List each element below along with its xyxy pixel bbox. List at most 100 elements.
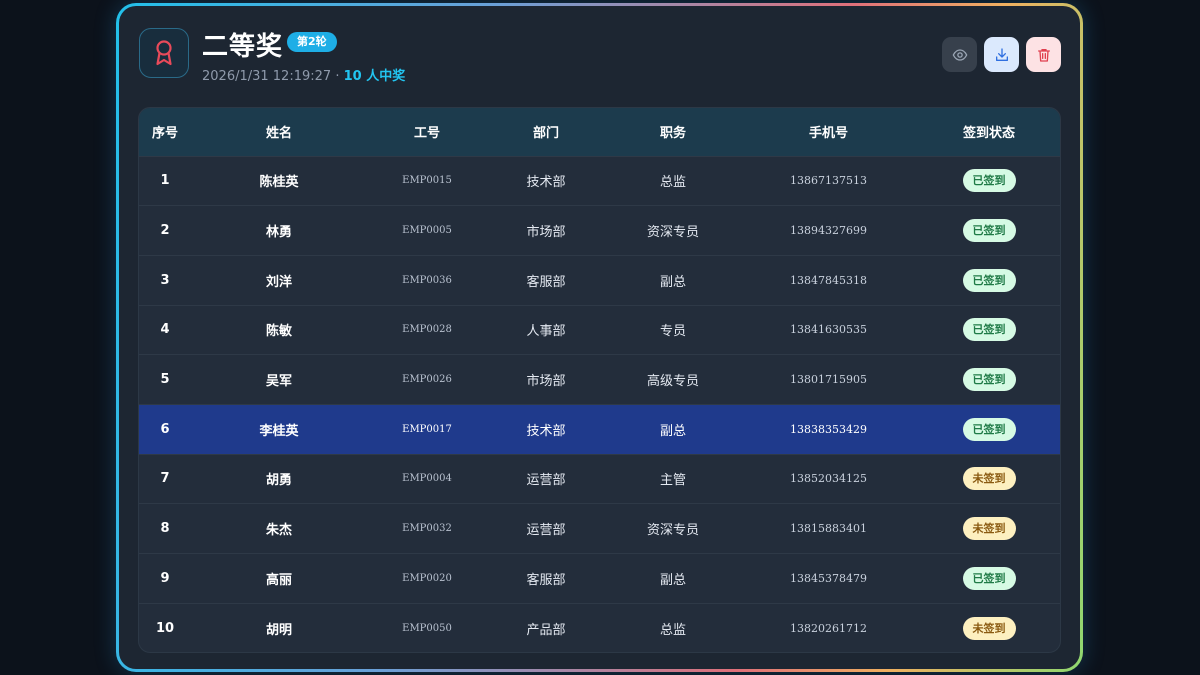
row-employee-id: EMP0050 (402, 622, 452, 634)
prize-card: 二等奖 第2轮 2026/1/31 12:19:27 · 10 人中奖 序号 姓… (119, 6, 1080, 669)
table-row[interactable]: 5 吴军 EMP0026 市场部 高级专员 13801715905 已签到 (139, 354, 1060, 405)
row-employee-id: EMP0015 (402, 175, 452, 187)
row-position: 高级专员 (646, 374, 699, 390)
row-phone: 13838353429 (790, 422, 867, 436)
winner-count: 10 人中奖 (343, 69, 406, 84)
row-department: 运营部 (526, 473, 566, 489)
row-name: 林勇 (265, 225, 292, 241)
row-name: 朱杰 (265, 523, 292, 539)
view-button[interactable] (942, 37, 977, 72)
row-name: 胡勇 (265, 473, 292, 489)
round-badge: 第2轮 (287, 32, 337, 52)
row-department: 技术部 (526, 423, 566, 439)
row-phone: 13847845318 (790, 273, 867, 287)
draw-timestamp: 2026/1/31 12:19:27 (202, 69, 332, 84)
table-row[interactable]: 9 高丽 EMP0020 客服部 副总 13845378479 已签到 (139, 553, 1060, 604)
row-phone: 13815883401 (790, 522, 867, 536)
meta-separator: · (331, 69, 344, 84)
row-index: 2 (160, 223, 170, 239)
column-header-name: 姓名 (265, 126, 292, 142)
row-name: 高丽 (265, 572, 292, 588)
row-department: 技术部 (526, 175, 566, 191)
row-status-cell: 已签到 (916, 305, 1060, 355)
table-row[interactable]: 8 朱杰 EMP0032 运营部 资深专员 13815883401 未签到 (139, 503, 1060, 554)
row-name: 陈桂英 (259, 175, 299, 191)
table-header-row: 序号 姓名 工号 部门 职务 手机号 签到状态 (139, 108, 1060, 156)
row-status-cell: 未签到 (916, 454, 1060, 504)
winners-table: 序号 姓名 工号 部门 职务 手机号 签到状态 1 陈桂英 EMP0015 技术 (138, 107, 1061, 653)
table-row[interactable]: 3 刘洋 EMP0036 客服部 副总 13847845318 已签到 (139, 255, 1060, 305)
row-status-cell: 已签到 (916, 554, 1060, 604)
row-employee-id: EMP0026 (402, 374, 452, 386)
action-toolbar (942, 37, 1061, 72)
prize-card-frame: 二等奖 第2轮 2026/1/31 12:19:27 · 10 人中奖 序号 姓… (116, 3, 1083, 672)
row-employee-id: EMP0004 (402, 473, 452, 485)
table-row[interactable]: 1 陈桂英 EMP0015 技术部 总监 13867137513 已签到 (139, 156, 1060, 206)
table-row[interactable]: 10 胡明 EMP0050 产品部 总监 13820261712 未签到 (139, 603, 1060, 652)
row-department: 产品部 (526, 622, 566, 638)
row-position: 资深专员 (646, 225, 699, 241)
row-index: 3 (160, 272, 170, 288)
row-index: 8 (160, 521, 170, 537)
row-employee-id: EMP0005 (402, 225, 452, 237)
status-badge: 未签到 (962, 467, 1016, 491)
table-row[interactable]: 7 胡勇 EMP0004 运营部 主管 13852034125 未签到 (139, 454, 1060, 504)
eye-icon (952, 48, 967, 61)
row-employee-id: EMP0032 (402, 523, 452, 535)
status-badge: 已签到 (962, 318, 1016, 342)
row-department: 市场部 (526, 225, 566, 241)
status-badge: 已签到 (962, 169, 1016, 193)
row-name: 胡明 (265, 622, 292, 638)
row-employee-id: EMP0036 (402, 274, 452, 286)
row-index: 10 (155, 620, 175, 636)
award-ribbon-icon (139, 28, 189, 78)
row-employee-id: EMP0020 (402, 572, 452, 584)
row-department: 运营部 (526, 523, 566, 539)
row-department: 人事部 (526, 324, 566, 340)
row-position: 副总 (659, 572, 686, 588)
row-position: 副总 (659, 274, 686, 290)
status-badge: 已签到 (962, 417, 1016, 441)
row-status-cell: 未签到 (916, 603, 1060, 652)
column-header-employee-id: 工号 (413, 126, 440, 142)
row-index: 1 (160, 173, 170, 189)
status-badge: 未签到 (962, 616, 1016, 640)
page-title: 二等奖 (202, 32, 284, 62)
table-row[interactable]: 4 陈敏 EMP0028 人事部 专员 13841630535 已签到 (139, 305, 1060, 355)
row-index: 9 (160, 570, 170, 586)
row-department: 客服部 (526, 572, 566, 588)
row-phone: 13894327699 (790, 224, 867, 238)
row-name: 陈敏 (265, 324, 292, 340)
row-status-cell: 已签到 (916, 206, 1060, 256)
status-badge: 未签到 (962, 517, 1016, 541)
row-position: 总监 (659, 175, 686, 191)
table-row-highlighted[interactable]: 6 李桂英 EMP0017 技术部 副总 13838353429 已签到 (139, 404, 1060, 455)
row-status-cell: 已签到 (916, 355, 1060, 405)
row-name: 刘洋 (265, 274, 292, 290)
row-phone: 13867137513 (790, 174, 867, 188)
column-header-checkin-status: 签到状态 (962, 126, 1015, 142)
column-header-position: 职务 (659, 126, 686, 142)
row-phone: 13820261712 (790, 621, 867, 635)
prize-meta: 2026/1/31 12:19:27 · 10 人中奖 (202, 65, 405, 84)
row-index: 6 (160, 421, 170, 437)
row-position: 专员 (659, 324, 686, 340)
row-position: 资深专员 (646, 523, 699, 539)
row-phone: 13801715905 (790, 373, 867, 387)
download-button[interactable] (984, 37, 1019, 72)
row-index: 7 (160, 471, 170, 487)
status-badge: 已签到 (962, 268, 1016, 292)
row-phone: 13841630535 (790, 323, 867, 337)
row-index: 4 (160, 322, 170, 338)
row-status-cell: 已签到 (916, 156, 1060, 206)
row-name: 吴军 (265, 374, 292, 390)
column-header-phone: 手机号 (808, 126, 848, 142)
column-header-index: 序号 (151, 126, 178, 142)
row-position: 总监 (659, 622, 686, 638)
column-header-department: 部门 (532, 126, 559, 142)
status-badge: 已签到 (962, 219, 1016, 243)
status-badge: 已签到 (962, 566, 1016, 590)
delete-button[interactable] (1026, 37, 1061, 72)
table-row[interactable]: 2 林勇 EMP0005 市场部 资深专员 13894327699 已签到 (139, 205, 1060, 256)
row-department: 客服部 (526, 274, 566, 290)
